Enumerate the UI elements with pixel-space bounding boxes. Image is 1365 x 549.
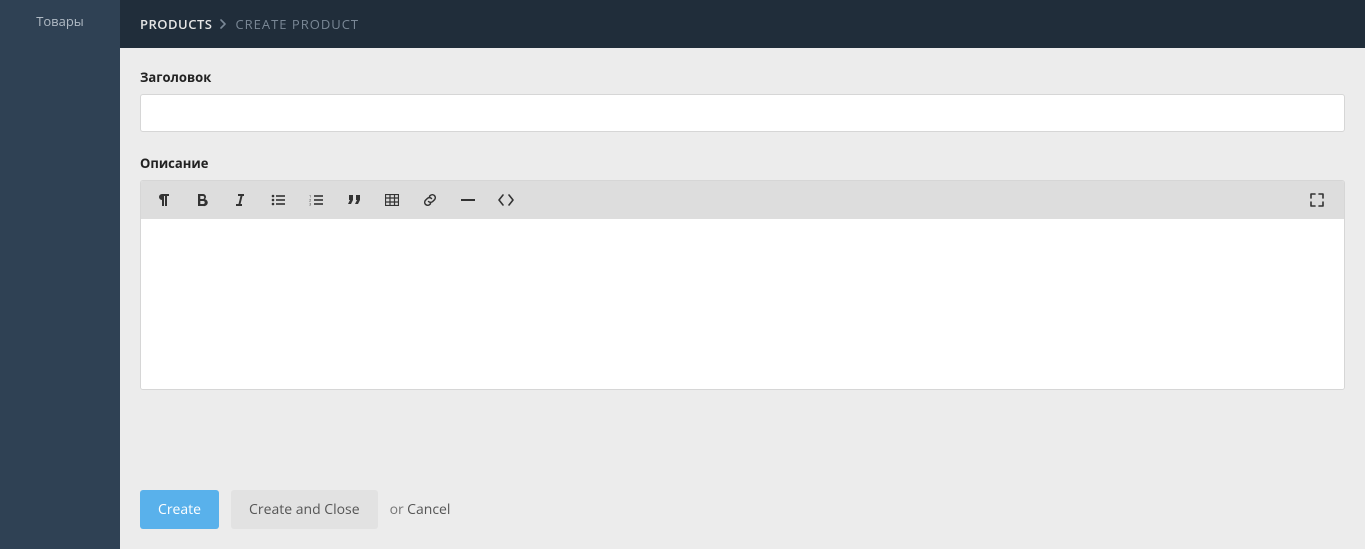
content-spacer: [140, 390, 1345, 470]
breadcrumb-secondary: CREATE PRODUCT: [235, 15, 359, 33]
sidebar: Товары: [0, 0, 120, 549]
breadcrumb-primary[interactable]: PRODUCTS: [140, 15, 212, 33]
title-input[interactable]: [140, 94, 1345, 132]
description-input[interactable]: [141, 219, 1344, 389]
form-actions: Create Create and Close or Cancel: [140, 490, 1345, 529]
cancel-link[interactable]: Cancel: [407, 500, 450, 519]
main-area: PRODUCTS CREATE PRODUCT Заголовок Описан…: [120, 0, 1365, 549]
fullscreen-icon[interactable]: [1300, 185, 1334, 215]
create-button[interactable]: Create: [140, 490, 219, 529]
rich-text-editor: 123: [140, 180, 1345, 390]
unordered-list-icon[interactable]: [261, 185, 295, 215]
svg-text:3: 3: [309, 203, 312, 207]
create-and-close-button[interactable]: Create and Close: [231, 490, 378, 529]
horizontal-rule-icon[interactable]: [451, 185, 485, 215]
table-icon[interactable]: [375, 185, 409, 215]
link-icon[interactable]: [413, 185, 447, 215]
sidebar-item-products[interactable]: Товары: [0, 0, 120, 42]
chevron-right-icon: [220, 16, 227, 33]
editor-toolbar: 123: [141, 181, 1344, 219]
code-icon[interactable]: [489, 185, 523, 215]
form-content: Заголовок Описание 123: [120, 48, 1365, 549]
quote-icon[interactable]: [337, 185, 371, 215]
bold-icon[interactable]: [185, 185, 219, 215]
description-label: Описание: [140, 154, 1345, 172]
paragraph-icon[interactable]: [147, 185, 181, 215]
ordered-list-icon[interactable]: 123: [299, 185, 333, 215]
or-separator: or Cancel: [390, 500, 451, 519]
title-label: Заголовок: [140, 68, 1345, 86]
italic-icon[interactable]: [223, 185, 257, 215]
breadcrumb: PRODUCTS CREATE PRODUCT: [120, 0, 1365, 48]
